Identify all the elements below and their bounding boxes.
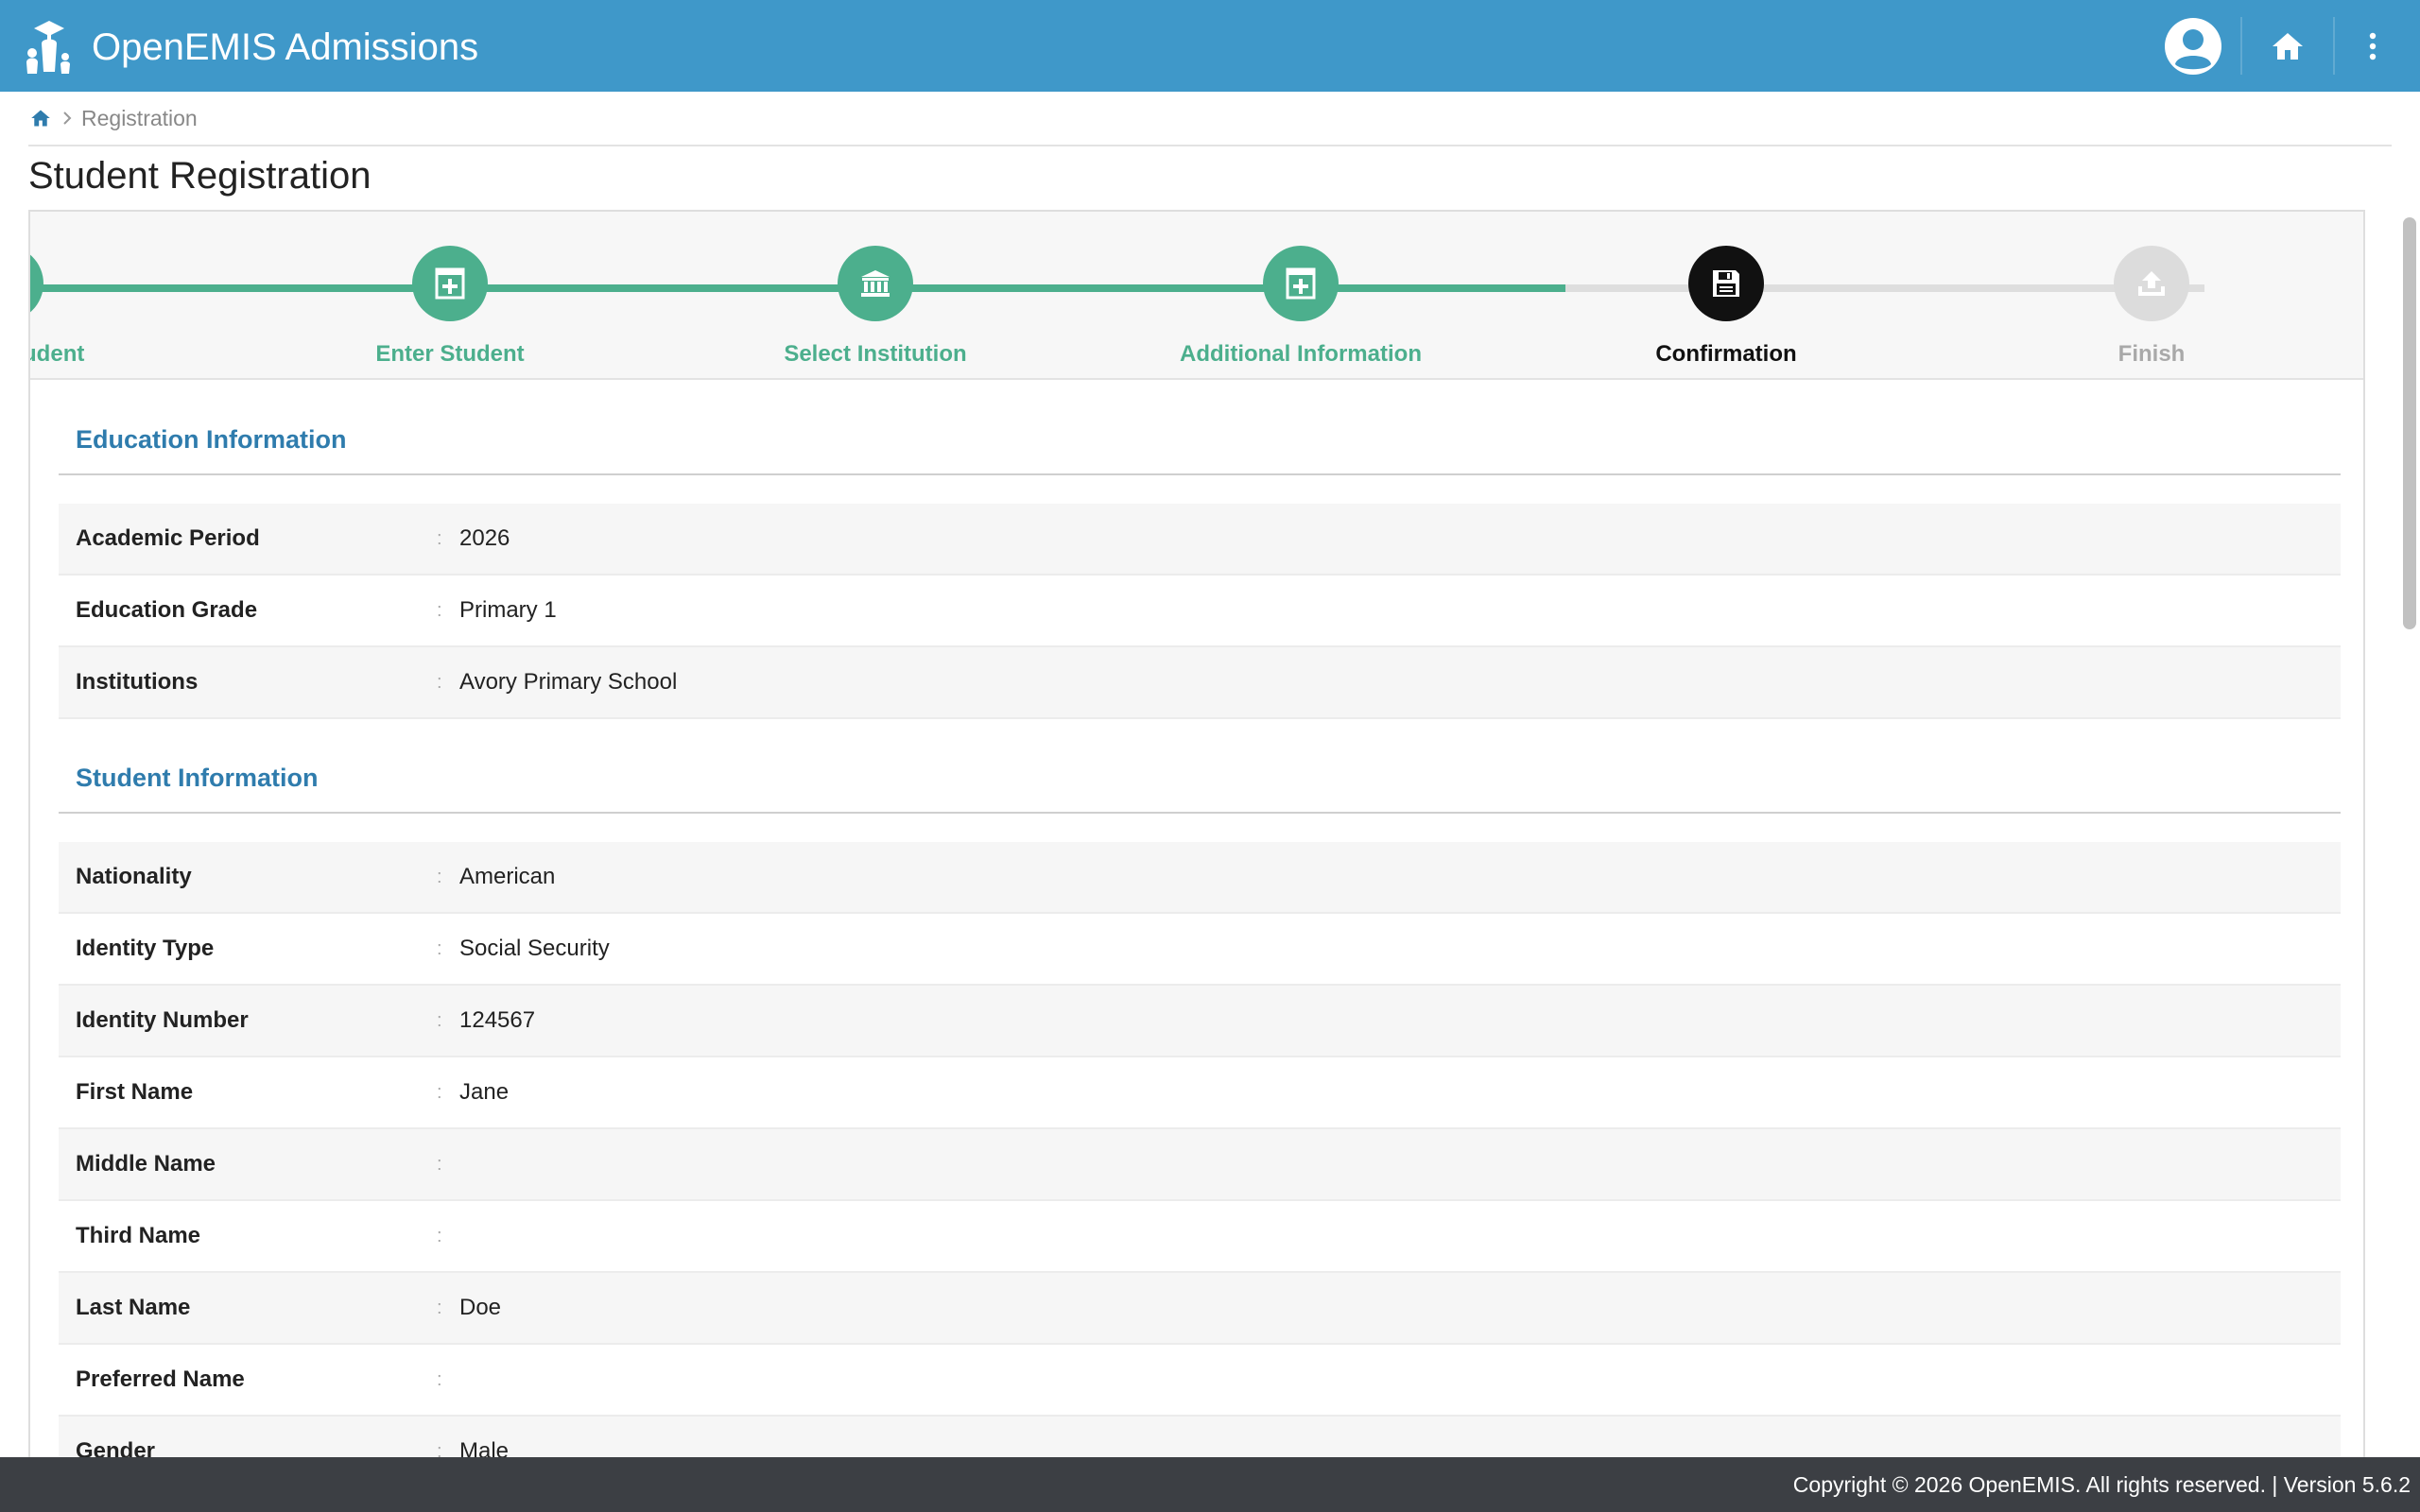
wizard-step-circle [412, 246, 488, 321]
more-menu-button[interactable] [2335, 0, 2411, 92]
row-separator: : [437, 938, 442, 959]
row-value: American [459, 864, 556, 889]
user-avatar-icon [2165, 17, 2221, 75]
table-row: Identity Type : Social Security [59, 914, 2341, 986]
section-divider [59, 473, 2341, 475]
row-separator: : [437, 528, 442, 549]
row-separator: : [437, 1082, 442, 1103]
row-separator: : [437, 672, 442, 693]
breadcrumb-current: Registration [81, 105, 198, 130]
more-vertical-icon [2369, 32, 2377, 60]
wizard-step-circle [30, 246, 43, 321]
footer: Copyright © 2026 OpenEMIS. All rights re… [0, 1457, 2420, 1512]
table-row: Nationality : American [59, 842, 2341, 914]
row-label: Identity Number [76, 1007, 249, 1033]
wizard-step-select-institution[interactable]: Select Institution [686, 246, 1064, 369]
wizard-step-additional-information[interactable]: Additional Information [1112, 246, 1490, 369]
table-row: Academic Period : 2026 [59, 504, 2341, 576]
row-label: Education Grade [76, 597, 258, 623]
wizard-step-circle [838, 246, 913, 321]
table-row: Third Name : [59, 1201, 2341, 1273]
row-separator: : [437, 1369, 442, 1390]
wizard-step-label: Confirmation [1655, 341, 1797, 367]
row-label: Identity Type [76, 936, 215, 961]
user-profile-button[interactable] [2155, 0, 2231, 92]
wizard-step-enter-student[interactable]: Enter Student [261, 246, 639, 369]
registration-card: Select Student Enter Student [28, 210, 2365, 1467]
row-label: First Name [76, 1079, 194, 1105]
row-separator: : [437, 1297, 442, 1318]
row-value: Jane [459, 1079, 510, 1105]
row-label: Nationality [76, 864, 192, 889]
row-value: Avory Primary School [459, 669, 678, 695]
breadcrumb: Registration [30, 104, 198, 132]
wizard-step-label: Select Student [30, 341, 85, 367]
scrollbar-thumb[interactable] [2403, 217, 2416, 629]
row-value: 124567 [459, 1007, 536, 1033]
upload-icon [2138, 271, 2165, 296]
table-row: Education Grade : Primary 1 [59, 576, 2341, 647]
plus-square-icon [435, 267, 465, 300]
table-row: Institutions : Avory Primary School [59, 647, 2341, 719]
table-row: First Name : Jane [59, 1057, 2341, 1129]
row-value: Social Security [459, 936, 610, 961]
wizard-step-label: Additional Information [1180, 341, 1422, 367]
page-scrollbar[interactable] [2397, 210, 2420, 1457]
wizard-steps: Select Student Enter Student [30, 212, 2363, 380]
chevron-right-icon [62, 111, 72, 126]
table-row: Middle Name : [59, 1129, 2341, 1201]
row-separator: : [437, 600, 442, 621]
wizard-step-finish[interactable]: Finish [1962, 246, 2341, 369]
wizard-step-circle [1263, 246, 1339, 321]
home-icon [2273, 32, 2303, 60]
wizard-step-circle [1688, 246, 1764, 321]
footer-copyright: Copyright © 2026 OpenEMIS. All rights re… [1792, 1472, 2411, 1497]
breadcrumb-divider [28, 145, 2392, 146]
wizard-step-circle [2114, 246, 2189, 321]
table-row: Preferred Name : [59, 1345, 2341, 1417]
row-value: Primary 1 [459, 597, 557, 623]
institution-icon [861, 270, 890, 297]
row-separator: : [437, 867, 442, 887]
section-divider [59, 812, 2341, 814]
plus-square-icon [1286, 267, 1316, 300]
row-label: Institutions [76, 669, 199, 695]
wizard-step-label: Finish [2118, 341, 2186, 367]
save-icon [1713, 270, 1739, 297]
home-icon[interactable] [30, 109, 51, 128]
wizard-step-label: Select Institution [784, 341, 967, 367]
row-separator: : [437, 1226, 442, 1246]
table-row: Identity Number : 124567 [59, 986, 2341, 1057]
row-separator: : [437, 1154, 442, 1175]
row-separator: : [437, 1010, 442, 1031]
table-row: Last Name : Doe [59, 1273, 2341, 1345]
wizard-step-confirmation[interactable]: Confirmation [1537, 246, 1915, 369]
wizard-step-select-student[interactable]: Select Student [30, 246, 195, 369]
row-label: Academic Period [76, 525, 260, 551]
row-label: Third Name [76, 1223, 201, 1248]
wizard-step-label: Enter Student [375, 341, 525, 367]
page-title: Student Registration [28, 155, 372, 197]
app-title[interactable]: OpenEMIS Admissions [92, 25, 478, 70]
home-button[interactable] [2242, 0, 2333, 92]
openemis-logo-icon[interactable] [21, 15, 74, 77]
row-value: 2026 [459, 525, 510, 551]
section-title-education: Education Information [76, 425, 347, 454]
row-label: Preferred Name [76, 1366, 245, 1392]
row-label: Middle Name [76, 1151, 216, 1177]
section-title-student: Student Information [76, 764, 319, 792]
row-label: Last Name [76, 1295, 191, 1320]
row-value: Doe [459, 1295, 502, 1320]
top-navbar: OpenEMIS Admissions [0, 0, 2420, 92]
